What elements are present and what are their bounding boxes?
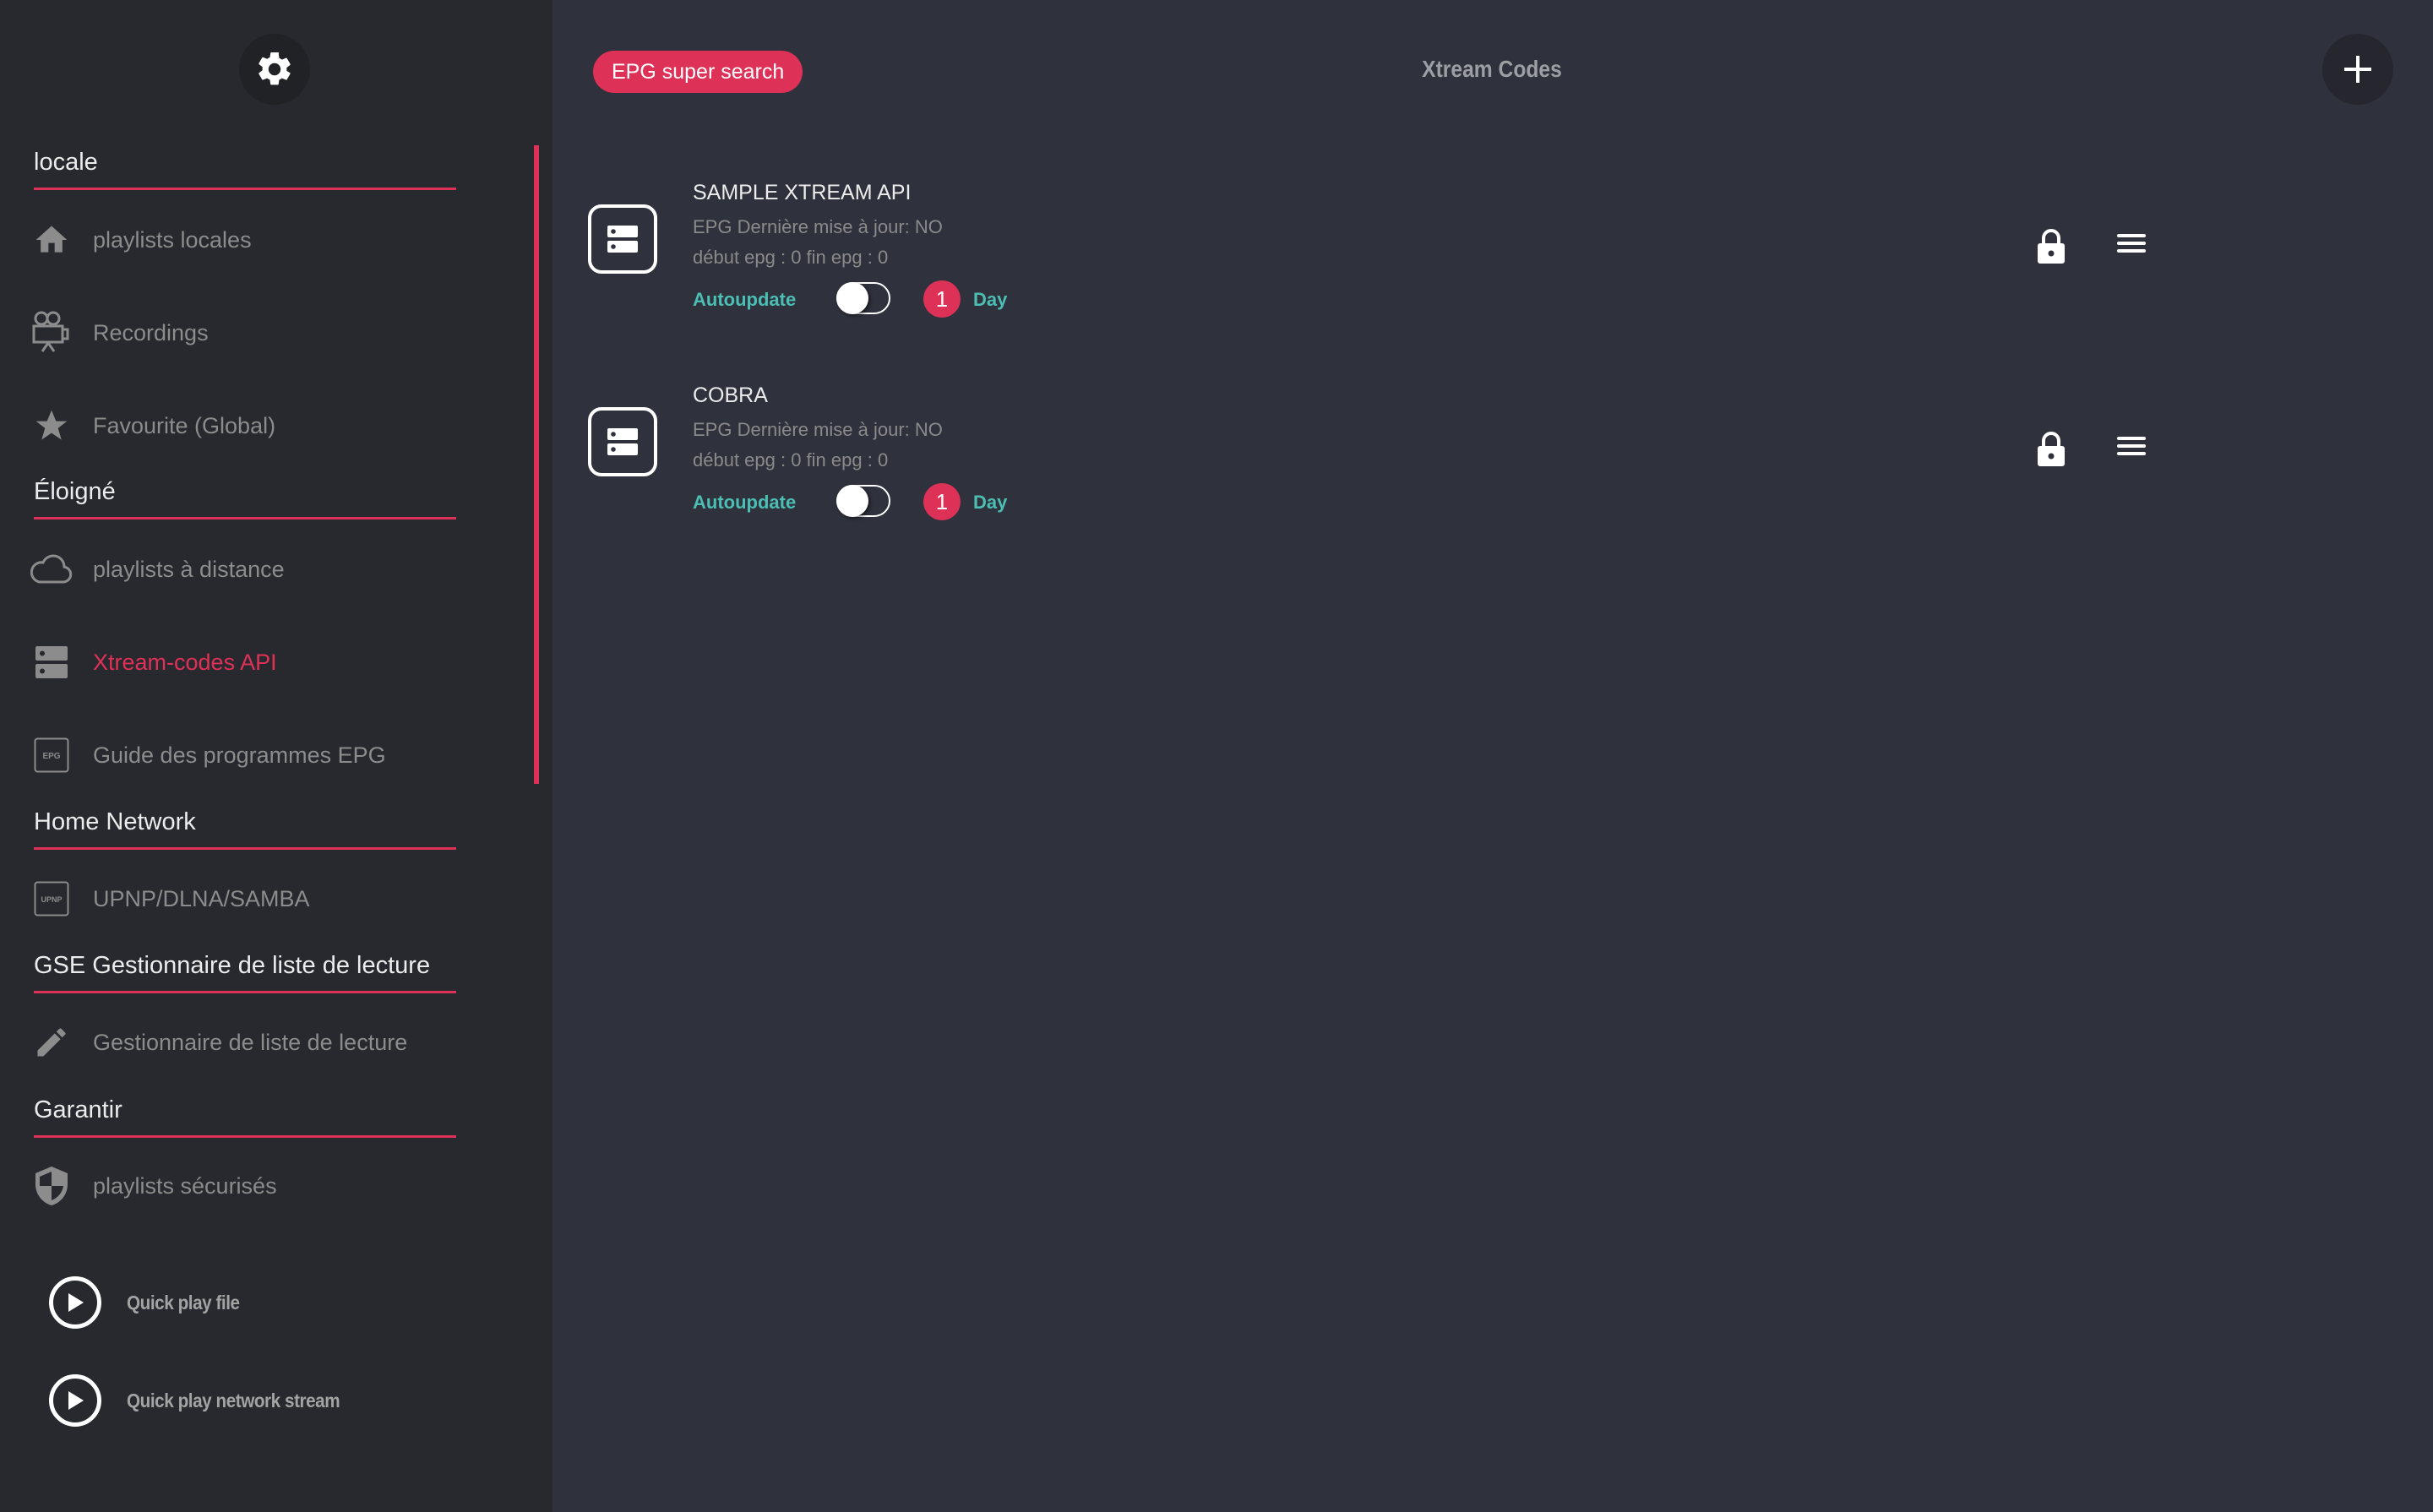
hamburger-menu-icon [2117, 234, 2146, 253]
sidebar-item-label: Favourite (Global) [93, 412, 276, 438]
sidebar-item-label: Xtream-codes API [93, 649, 277, 675]
epg-last-update: EPG Dernière mise à jour: NO [693, 419, 943, 440]
section-header-locale: locale [34, 147, 456, 190]
settings-button[interactable] [239, 34, 310, 105]
quick-play-network-stream-label: Quick play network stream [127, 1389, 340, 1411]
sidebar-item-label: UPNP/DLNA/SAMBA [93, 885, 310, 911]
svg-text:UPNP: UPNP [41, 895, 62, 904]
quick-play-file-button[interactable]: Quick play file [49, 1272, 252, 1333]
quick-play-network-stream-button[interactable]: Quick play network stream [49, 1370, 363, 1431]
playlist-card[interactable]: SAMPLE XTREAM API EPG Dernière mise à jo… [588, 181, 2278, 373]
sidebar-item-gestionnaire[interactable]: Gestionnaire de liste de lecture [30, 1013, 503, 1072]
sidebar-item-favourite-global[interactable]: Favourite (Global) [30, 396, 503, 455]
lock-icon [2038, 432, 2065, 466]
sidebar-item-label: Gestionnaire de liste de lecture [93, 1029, 408, 1055]
playlist-name: COBRA [693, 383, 768, 407]
epg-super-search-button[interactable]: EPG super search [593, 51, 803, 93]
lock-button[interactable] [2036, 431, 2073, 471]
gear-icon [259, 52, 291, 85]
sidebar-item-label: playlists locales [93, 226, 252, 253]
hamburger-menu-icon [2117, 437, 2146, 455]
epg-range: début epg : 0 fin epg : 0 [693, 449, 889, 470]
epg-icon: EPG [30, 734, 73, 776]
sidebar-item-playlists-a-distance[interactable]: playlists à distance [30, 540, 503, 599]
sidebar-item-label: Guide des programmes EPG [93, 742, 386, 768]
lock-icon [2038, 229, 2065, 264]
plus-icon [2344, 56, 2371, 83]
interval-unit: Day [973, 492, 1008, 513]
sidebar-item-label: playlists sécurisés [93, 1172, 277, 1199]
sidebar-item-recordings[interactable]: Recordings [30, 303, 503, 362]
sidebar-scrollbar[interactable] [534, 145, 539, 784]
sidebar-item-xtream-codes-api[interactable]: Xtream-codes API [30, 633, 503, 692]
home-icon [30, 219, 73, 261]
sidebar-item-playlists-locales[interactable]: playlists locales [30, 210, 503, 269]
sidebar-item-playlists-securises[interactable]: playlists sécurisés [30, 1156, 503, 1216]
playlist-name: SAMPLE XTREAM API [693, 181, 912, 204]
upnp-icon: UPNP [30, 878, 73, 920]
menu-button[interactable] [2117, 434, 2151, 468]
epg-range: début epg : 0 fin epg : 0 [693, 247, 889, 268]
interval-badge[interactable]: 1 [923, 483, 961, 520]
quick-play-file-label: Quick play file [127, 1291, 240, 1313]
server-icon [30, 641, 73, 683]
sidebar-item-label: Recordings [93, 319, 209, 345]
epg-last-update: EPG Dernière mise à jour: NO [693, 216, 943, 237]
section-header-eloigne: Éloigné [34, 476, 456, 519]
play-circle-icon [49, 1374, 101, 1427]
server-icon [588, 407, 657, 476]
interval-badge[interactable]: 1 [923, 280, 961, 318]
sidebar-item-guide-epg[interactable]: EPG Guide des programmes EPG [30, 726, 503, 785]
page-title: Xtream Codes [1422, 56, 1562, 82]
movie-camera-icon [30, 311, 73, 354]
lock-button[interactable] [2036, 228, 2073, 269]
toggle-knob [836, 485, 868, 517]
autoupdate-toggle[interactable] [836, 485, 890, 517]
add-playlist-button[interactable] [2322, 34, 2393, 105]
interval-unit: Day [973, 289, 1008, 310]
autoupdate-label: Autoupdate [693, 289, 797, 310]
section-header-home-network: Home Network [34, 807, 456, 850]
server-icon [588, 204, 657, 274]
sidebar: locale playlists locales Recordings Favo… [0, 0, 552, 1512]
toggle-knob [836, 282, 868, 314]
autoupdate-toggle[interactable] [836, 282, 890, 314]
section-header-gse: GSE Gestionnaire de liste de lecture [34, 950, 456, 993]
svg-text:EPG: EPG [42, 752, 60, 761]
sidebar-item-upnp-dlna-samba[interactable]: UPNP UPNP/DLNA/SAMBA [30, 869, 503, 928]
cloud-icon [30, 548, 73, 590]
playlist-card[interactable]: COBRA EPG Dernière mise à jour: NO début… [588, 383, 2278, 576]
shield-icon [30, 1165, 73, 1207]
autoupdate-label: Autoupdate [693, 492, 797, 513]
play-circle-icon [49, 1276, 101, 1329]
section-header-garantir: Garantir [34, 1095, 456, 1138]
menu-button[interactable] [2117, 231, 2151, 265]
sidebar-item-label: playlists à distance [93, 556, 285, 582]
pencil-icon [30, 1021, 73, 1063]
star-icon [30, 405, 73, 447]
